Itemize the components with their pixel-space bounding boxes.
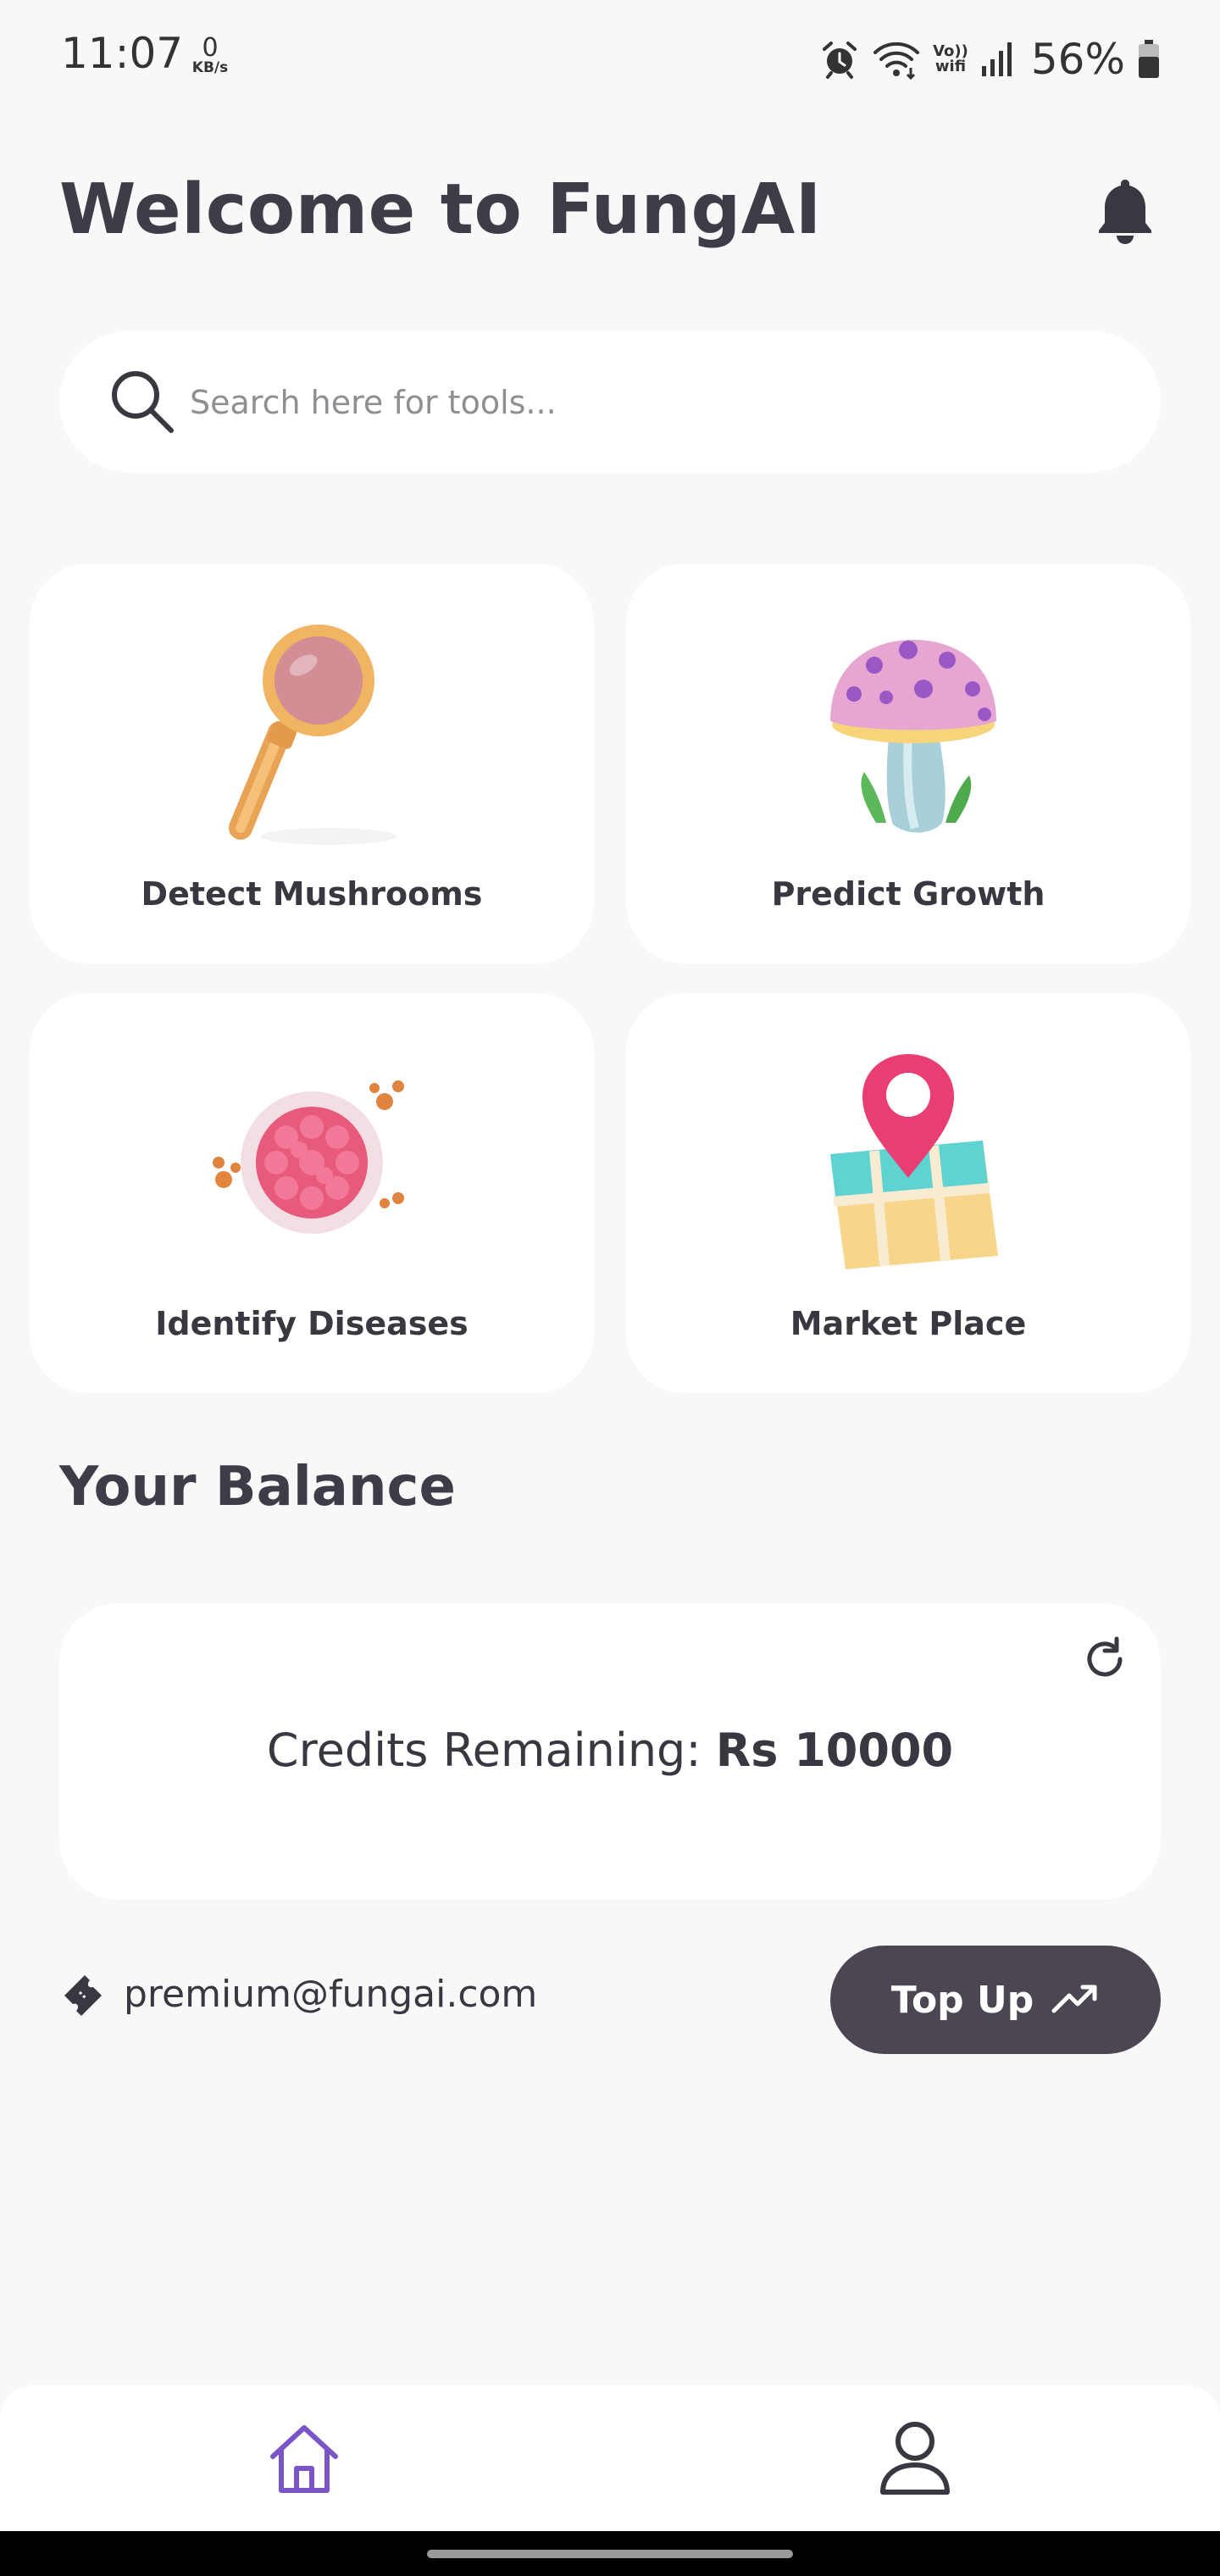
- ticket-icon: [64, 1975, 102, 2016]
- net-speed-value: 0: [202, 33, 219, 63]
- net-speed-unit: KB/s: [191, 59, 229, 76]
- tool-label: Predict Growth: [771, 875, 1045, 913]
- page-title: Welcome to FungAI: [59, 169, 822, 250]
- bell-icon[interactable]: [1091, 175, 1159, 247]
- vowifi-icon: Vo)) wifi: [933, 44, 968, 75]
- top-up-label: Top Up: [890, 1978, 1034, 2022]
- search-icon: [112, 371, 174, 433]
- tool-label: Market Place: [790, 1305, 1027, 1342]
- credits-remaining: Credits Remaining: Rs 10000: [59, 1724, 1161, 1777]
- gesture-handle[interactable]: [427, 2550, 793, 2558]
- credits-value: Rs 10000: [715, 1724, 954, 1777]
- tool-label: Detect Mushrooms: [141, 875, 483, 913]
- status-icons: Vo)) wifi 56%: [819, 25, 1161, 93]
- tool-card-detect-mushrooms[interactable]: Detect Mushrooms: [30, 564, 594, 963]
- profile-icon[interactable]: [878, 2419, 952, 2497]
- battery-percent: 56%: [1030, 35, 1125, 84]
- top-up-button[interactable]: Top Up: [830, 1946, 1161, 2054]
- tool-card-predict-growth[interactable]: Predict Growth: [626, 564, 1190, 963]
- battery-icon: [1139, 40, 1159, 78]
- account-info: premium@fungai.com: [59, 1964, 537, 2024]
- search-input[interactable]: [188, 368, 1106, 437]
- vowifi-line2: wifi: [934, 58, 967, 75]
- refresh-icon[interactable]: [1079, 1634, 1130, 1685]
- search-bar[interactable]: [59, 330, 1161, 473]
- credits-label: Credits Remaining:: [266, 1724, 702, 1777]
- status-bar: 11:07 0 KB/s Vo)) wifi 56%: [0, 0, 1220, 110]
- account-email: premium@fungai.com: [124, 1972, 538, 2016]
- bottom-nav: [0, 2385, 1220, 2531]
- wifi-icon: [873, 42, 920, 80]
- virus-illustration: [213, 1080, 404, 1234]
- mushroom-illustration: [830, 640, 996, 833]
- net-speed: 0 KB/s: [185, 36, 236, 75]
- alarm-icon: [823, 42, 857, 79]
- home-icon[interactable]: [266, 2421, 342, 2497]
- balance-section-title: Your Balance: [59, 1456, 456, 1518]
- tool-card-market-place[interactable]: Market Place: [626, 993, 1190, 1393]
- balance-card: Credits Remaining: Rs 10000: [59, 1603, 1161, 1900]
- trending-up-icon: [1051, 1985, 1097, 2013]
- map-pin-illustration: [830, 1054, 998, 1269]
- tool-card-identify-diseases[interactable]: Identify Diseases: [30, 993, 594, 1393]
- status-time: 11:07: [61, 29, 184, 78]
- signal-icon: [981, 42, 1012, 76]
- magnifying-glass-illustration: [229, 625, 396, 845]
- tool-label: Identify Diseases: [155, 1305, 469, 1342]
